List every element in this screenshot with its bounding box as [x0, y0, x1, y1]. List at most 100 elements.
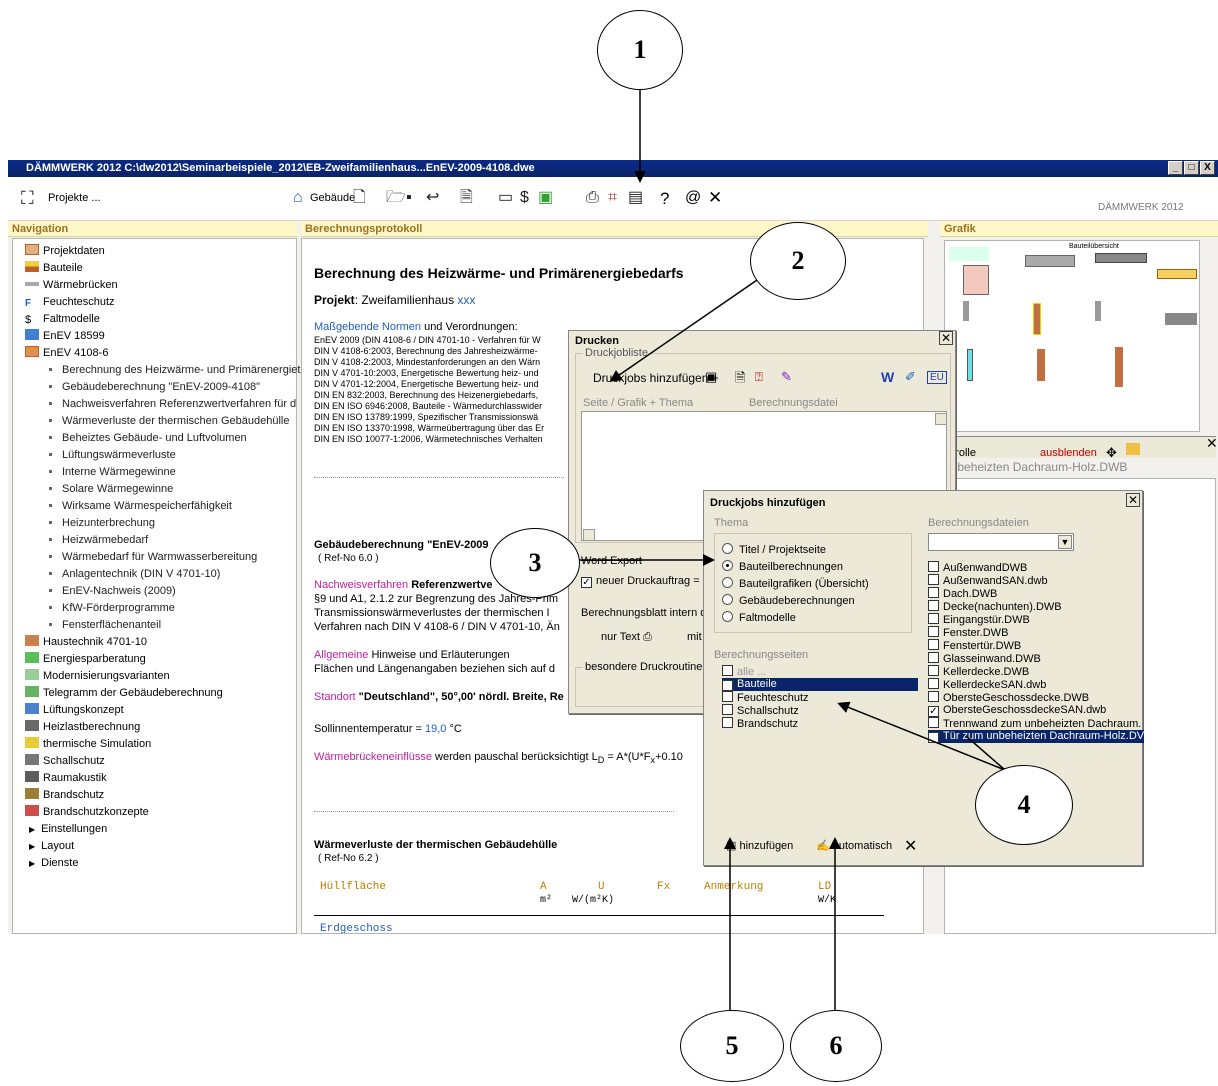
nav-sub-item[interactable]: Solare Wärmegewinne [39, 481, 173, 498]
move-icon[interactable]: ✥ [1106, 445, 1117, 461]
automatisch-button[interactable]: ✍ automatisch [816, 839, 892, 852]
nav-item[interactable]: Modernisierungsvarianten [25, 668, 170, 685]
checkbox[interactable]: ✓ [722, 680, 733, 691]
nav-item[interactable]: Schallschutz [25, 753, 105, 770]
radio-button[interactable] [722, 611, 733, 622]
checkbox[interactable]: ✓ [928, 732, 939, 743]
new-file-icon[interactable]: 🗋 [353, 190, 366, 206]
datei-option[interactable]: KellerdeckeSAN.dwb [928, 678, 1046, 691]
checkbox[interactable] [928, 678, 939, 689]
datei-option[interactable]: Trennwand zum unbeheizten Dachraum. [928, 717, 1141, 730]
save-icon[interactable]: ▪ [406, 190, 412, 206]
nav-sub-item[interactable]: Nachweisverfahren Referenzwertverfahren … [39, 396, 296, 413]
edit-icon[interactable]: ✐ [905, 369, 916, 385]
nav-item[interactable]: ▶ Einstellungen [29, 821, 107, 838]
maximize-button[interactable]: □ [1184, 161, 1199, 175]
nav-item[interactable]: Telegramm der Gebäudeberechnung [25, 685, 223, 702]
print-dialog-close[interactable]: ✕ [939, 331, 953, 345]
checkbox[interactable] [928, 626, 939, 637]
nav-item[interactable]: Haustechnik 4701-10 [25, 634, 147, 651]
add-jobs-close[interactable]: ✕ [1126, 493, 1140, 507]
calc-icon[interactable]: ▭ [498, 190, 513, 206]
dropdown-arrow-icon[interactable]: ▼ [1058, 535, 1072, 549]
checkbox[interactable] [928, 574, 939, 585]
help-doc-icon[interactable]: ⍰ [755, 369, 763, 385]
radio-button[interactable] [722, 594, 733, 605]
building-icon[interactable]: ⌂ [293, 190, 303, 206]
nav-waermebruecken[interactable]: Wärmebrücken [25, 277, 118, 294]
word-button[interactable]: W [881, 369, 894, 385]
hinzufuegen-button[interactable]: ▣ hinzufügen [726, 839, 793, 852]
nur-text-button[interactable]: nur Text ⎙ [601, 631, 652, 644]
soll-value[interactable]: 19,0 [425, 723, 446, 735]
nav-item[interactable]: Lüftungskonzept [25, 702, 124, 719]
projects-button[interactable]: Projekte ... [48, 192, 101, 204]
checkbox[interactable] [722, 665, 733, 676]
checkbox[interactable] [928, 587, 939, 598]
nav-arrows[interactable] [949, 247, 989, 261]
seite-option[interactable]: Schallschutz [722, 704, 799, 717]
nav-item[interactable]: Brandschutz [25, 787, 104, 804]
nav-sub-item[interactable]: EnEV-Nachweis (2009) [39, 583, 176, 600]
standort-link[interactable]: Standort [314, 691, 356, 703]
gebaeude-button[interactable]: Gebäude [310, 192, 355, 204]
add-jobs-button[interactable]: Druckjobs hinzufügen + [593, 371, 719, 385]
page-icon[interactable]: 🗎 [735, 369, 745, 391]
exit-button[interactable]: ✕ [708, 188, 722, 208]
checkbox[interactable] [928, 600, 939, 611]
undo-icon[interactable]: ↩ [426, 190, 439, 206]
brush-icon[interactable]: ✎ [781, 369, 792, 385]
project-xxx-link[interactable]: xxx [457, 293, 475, 307]
email-button[interactable]: @ [685, 189, 701, 207]
checkbox[interactable] [928, 561, 939, 572]
nav-sub-item[interactable]: Beheiztes Gebäude- und Luftvolumen [39, 430, 247, 447]
checkbox[interactable] [928, 652, 939, 663]
nav-sub-item[interactable]: Berechnung des Heizwärme- und Primärener… [39, 362, 300, 379]
allg-link[interactable]: Allgemeine [314, 649, 368, 661]
nav-sub-item[interactable]: Anlagentechnik (DIN V 4701-10) [39, 566, 220, 583]
nav-item[interactable]: Raumakustik [25, 770, 107, 787]
dollar-icon[interactable]: $ [520, 190, 529, 206]
checkbox[interactable] [928, 639, 939, 650]
nav-sub-item[interactable]: Gebäudeberechnung "EnEV-2009-4108" [39, 379, 260, 396]
nav-sub-item[interactable]: Heizwärmebedarf [39, 532, 148, 549]
checkbox[interactable] [722, 704, 733, 715]
minimize-button[interactable]: _ [1168, 161, 1183, 175]
nav-sub-item[interactable]: Wärmeverluste der thermischen Gebäudehül… [39, 413, 289, 430]
thema-option[interactable]: Bauteilgrafiken (Übersicht) [722, 577, 869, 590]
seite-option[interactable]: Feuchteschutz [722, 691, 809, 704]
thema-option[interactable]: Faltmodelle [722, 611, 796, 624]
datei-option[interactable]: Eingangstür.DWB [928, 613, 1030, 626]
nav-sub-item[interactable]: Lüftungswärmeverluste [39, 447, 176, 464]
nav-bauteile[interactable]: Bauteile [25, 260, 83, 277]
help-button[interactable]: ? [660, 189, 669, 209]
open-folder-icon[interactable]: 🗁 [386, 190, 406, 206]
normen-link[interactable]: Maßgebende Normen [314, 321, 421, 333]
radio-button[interactable] [722, 560, 733, 571]
print-settings-icon[interactable]: ⌗ [608, 190, 617, 206]
neuer-auftrag-checkbox[interactable]: ✓ [581, 577, 592, 588]
nav-faltmodelle[interactable]: $ Faltmodelle [25, 311, 100, 328]
nav-feuchteschutz[interactable]: F Feuchteschutz [25, 294, 115, 311]
nav-item[interactable]: ▶ Layout [29, 838, 74, 855]
dateien-dropdown[interactable]: ▼ [928, 533, 1074, 551]
nav-sub-item[interactable]: Wirksame Wärmespeicherfähigkeit [39, 498, 232, 515]
datei-option[interactable]: Dach.DWB [928, 587, 997, 600]
print-icon[interactable]: ⎙ [586, 190, 599, 206]
nav-item[interactable]: thermische Simulation [25, 736, 151, 753]
preview-icon[interactable]: ▤ [628, 190, 643, 206]
nav-sub-item[interactable]: Interne Wärmegewinne [39, 464, 176, 481]
datei-option[interactable]: AußenwandDWB [928, 561, 1027, 574]
nav-projektdaten[interactable]: Projektdaten [25, 243, 105, 260]
nv-link[interactable]: Nachweisverfahren [314, 579, 408, 591]
control-close-icon[interactable]: ✕ [1206, 435, 1218, 452]
checkbox[interactable] [928, 613, 939, 624]
thema-option[interactable]: Gebäudeberechnungen [722, 594, 855, 607]
document-icon[interactable]: 🗎 [460, 190, 473, 206]
seite-option[interactable]: alle ... [722, 665, 766, 678]
job-list-scroll-up[interactable] [935, 413, 947, 425]
datei-option[interactable]: Kellerdecke.DWB [928, 665, 1029, 678]
window-close-button[interactable]: X [1200, 161, 1215, 175]
nav-item[interactable]: Energiesparberatung [25, 651, 146, 668]
checkbox[interactable] [928, 665, 939, 676]
